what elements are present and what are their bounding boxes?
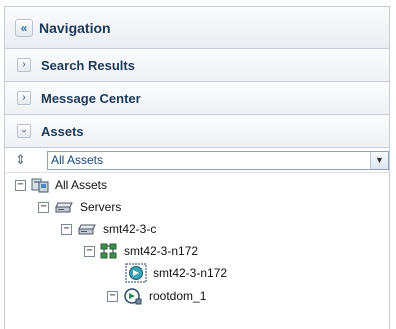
asset-filter-select[interactable]: All Assets ▼ bbox=[47, 150, 389, 170]
tree-node-rootdom-1[interactable]: − rootdom_1 bbox=[107, 286, 206, 306]
tree-node-smt42-3-c[interactable]: − smt42-3-c bbox=[61, 219, 156, 239]
logical-domain-icon bbox=[123, 287, 143, 305]
navigation-header: « Navigation bbox=[5, 7, 389, 49]
server-group-icon bbox=[54, 200, 74, 214]
section-title: Message Center bbox=[41, 90, 141, 106]
tree-collapse-icon[interactable]: − bbox=[38, 201, 49, 213]
server-icon bbox=[77, 222, 97, 236]
global-zone-icon bbox=[125, 263, 147, 283]
system-topology-icon bbox=[100, 243, 118, 259]
collapse-panel-button[interactable]: « bbox=[15, 18, 33, 37]
section-assets[interactable]: › Assets bbox=[5, 115, 389, 148]
assets-toolbar: ⇕ All Assets ▼ bbox=[5, 148, 389, 173]
chevron-right-icon: › bbox=[22, 92, 26, 103]
tree-node-label: smt42-3-c bbox=[103, 222, 157, 236]
section-search-results[interactable]: › Search Results bbox=[5, 49, 389, 82]
section-message-center[interactable]: › Message Center bbox=[5, 82, 389, 115]
tree-collapse-icon[interactable]: − bbox=[61, 223, 72, 235]
tree-node-label: smt42-3-n172 bbox=[153, 266, 228, 280]
asset-group-icon bbox=[31, 177, 49, 193]
tree-node-all-assets[interactable]: − All Assets bbox=[15, 175, 107, 195]
expand-toggle-icon[interactable]: › bbox=[17, 91, 31, 105]
tree-collapse-icon[interactable]: − bbox=[15, 179, 26, 191]
tree-node-label: Servers bbox=[80, 200, 122, 214]
tree-collapse-icon[interactable]: − bbox=[84, 245, 95, 257]
refresh-icon[interactable]: ⇕ bbox=[15, 152, 33, 168]
navigation-panel: « Navigation › Search Results › Message … bbox=[4, 6, 390, 329]
chevron-down-icon: › bbox=[19, 129, 30, 133]
chevron-right-icon: › bbox=[22, 59, 26, 70]
expand-toggle-icon[interactable]: › bbox=[17, 58, 31, 72]
tree-node-label: smt42-3-n172 bbox=[124, 244, 199, 258]
tree-collapse-icon[interactable]: − bbox=[107, 290, 118, 302]
section-title: Search Results bbox=[41, 57, 135, 73]
double-chevron-left-icon: « bbox=[20, 20, 28, 35]
tree-node-smt42-3-n172-system[interactable]: − smt42-3-n172 bbox=[84, 241, 198, 261]
collapse-toggle-icon[interactable]: › bbox=[17, 124, 31, 138]
tree-node-servers[interactable]: − Servers bbox=[38, 197, 121, 217]
tree-node-label: rootdom_1 bbox=[149, 289, 207, 303]
asset-filter-value: All Assets bbox=[51, 153, 104, 167]
section-title: Assets bbox=[41, 123, 84, 139]
tree-node-smt42-3-n172-zone[interactable]: smt42-3-n172 bbox=[125, 263, 227, 283]
navigation-title: Navigation bbox=[39, 19, 111, 36]
tree-node-label: All Assets bbox=[55, 178, 108, 192]
chevron-down-icon[interactable]: ▼ bbox=[370, 151, 388, 169]
asset-tree: − All Assets − Servers − smt42-3-c − smt… bbox=[5, 173, 389, 329]
